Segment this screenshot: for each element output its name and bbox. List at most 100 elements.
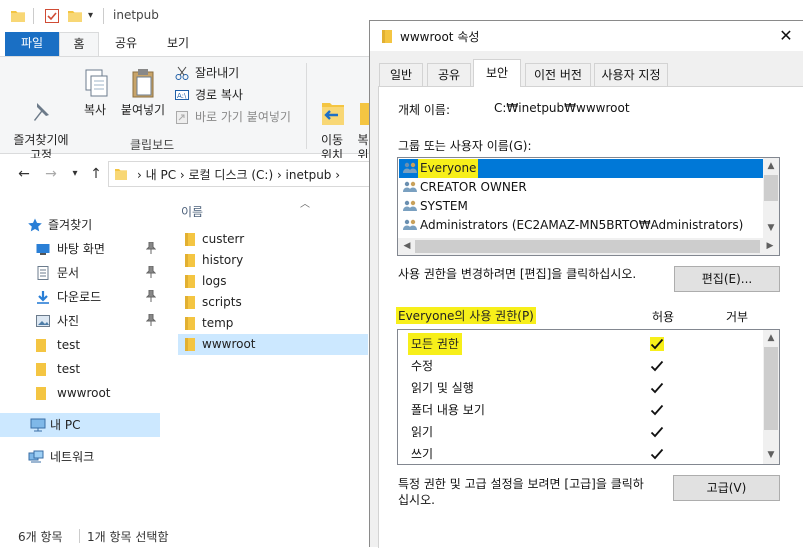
- recent-locations-icon[interactable]: ▾: [67, 166, 83, 182]
- allow-check-icon: [650, 447, 664, 461]
- allow-check-icon: [650, 359, 664, 373]
- scroll-down-icon[interactable]: ▼: [763, 220, 779, 236]
- move-to-button[interactable]: 이동 위치: [312, 61, 352, 163]
- address-bar[interactable]: › 내 PC › 로컬 디스크 (C:) › inetpub ›: [108, 161, 370, 187]
- allow-check-icon: [650, 337, 664, 351]
- scroll-thumb[interactable]: [764, 175, 778, 201]
- nav-item-desktop[interactable]: 바탕 화면: [0, 237, 160, 261]
- pinned-icon: [146, 314, 156, 326]
- user-name: Everyone: [418, 159, 479, 178]
- download-icon: [36, 290, 50, 304]
- copy-path-button[interactable]: A:\ 경로 복사: [173, 86, 243, 104]
- tab-sharing[interactable]: 공유: [427, 63, 471, 86]
- close-icon[interactable]: ✕: [774, 24, 798, 48]
- tab-home[interactable]: 홈: [59, 32, 99, 56]
- permissions-list[interactable]: 모든 권한 수정 읽기 및 실행 폴더 내용 보기 읽기 쓰기 ▲ ▼: [397, 329, 780, 465]
- scroll-up-icon[interactable]: ▲: [763, 158, 779, 174]
- copy-button[interactable]: 복사: [78, 61, 112, 118]
- file-name: temp: [202, 316, 234, 330]
- nav-item-test[interactable]: test: [0, 333, 160, 357]
- user-name: Administrators (EC2AMAZ-MN5BRTO₩Administ…: [420, 218, 744, 232]
- nav-item-documents[interactable]: 문서: [0, 261, 160, 285]
- scroll-thumb[interactable]: [764, 347, 778, 430]
- tab-customize[interactable]: 사용자 지정: [594, 63, 668, 86]
- copy-to-button[interactable]: 복 위: [356, 61, 370, 163]
- file-name: logs: [202, 274, 227, 288]
- back-arrow-icon[interactable]: ←: [16, 166, 32, 182]
- move-to-icon: [316, 82, 348, 125]
- folder-icon: [36, 362, 50, 376]
- pin-to-quick-access-button[interactable]: 즐겨찾기에 고정: [8, 61, 74, 163]
- advanced-button[interactable]: 고급(V): [673, 475, 780, 501]
- tab-view[interactable]: 보기: [154, 32, 202, 56]
- folder-icon: [184, 338, 196, 351]
- clipboard-group-label: 클립보드: [130, 138, 175, 152]
- nav-item-downloads[interactable]: 다운로드: [0, 285, 160, 309]
- cut-button[interactable]: 잘라내기: [173, 64, 239, 82]
- file-row-custerr[interactable]: custerr: [178, 229, 368, 250]
- object-name-value: C:₩inetpub₩wwwroot: [494, 101, 630, 115]
- change-permissions-hint: 사용 권한을 변경하려면 [편집]을 클릭하십시오.: [398, 267, 637, 281]
- copy-icon: [79, 67, 111, 99]
- qa-separator: [33, 8, 34, 24]
- file-row-scripts[interactable]: scripts: [178, 292, 368, 313]
- nav-item-this-pc[interactable]: 내 PC: [0, 413, 160, 437]
- tab-file[interactable]: 파일: [5, 32, 59, 56]
- paste-button[interactable]: 붙여넣기: [116, 61, 170, 118]
- column-header-name[interactable]: 이름: [181, 203, 203, 220]
- edit-button[interactable]: 편집(E)...: [674, 266, 780, 292]
- forward-arrow-icon[interactable]: →: [43, 166, 59, 182]
- new-folder-icon[interactable]: [68, 9, 82, 22]
- permission-row-list-folder: 폴더 내용 보기: [399, 399, 764, 421]
- qa-dropdown-icon[interactable]: ▾: [88, 10, 93, 21]
- nav-item-network[interactable]: 네트워크: [0, 445, 160, 469]
- nav-item-pictures[interactable]: 사진: [0, 309, 160, 333]
- nav-item-quick-access[interactable]: 즐겨찾기: [0, 213, 160, 237]
- user-name: CREATOR OWNER: [420, 180, 527, 194]
- scroll-up-icon[interactable]: ▲: [763, 330, 779, 346]
- scissors-icon: [175, 66, 189, 80]
- nav-item-wwwroot[interactable]: wwwroot: [0, 381, 160, 405]
- paste-icon: [127, 67, 159, 99]
- nav-label: 문서: [57, 266, 80, 280]
- scroll-down-icon[interactable]: ▼: [763, 447, 779, 463]
- users-icon: [403, 200, 417, 212]
- up-arrow-icon[interactable]: ↑: [88, 166, 104, 182]
- permission-name: 읽기 및 실행: [411, 381, 474, 395]
- nav-label: 네트워크: [50, 450, 95, 464]
- properties-icon[interactable]: [45, 9, 59, 23]
- scroll-left-icon[interactable]: ◀: [399, 238, 415, 254]
- paste-shortcut-label: 바로 가기 붙여넣기: [195, 110, 291, 124]
- file-row-temp[interactable]: temp: [178, 313, 368, 334]
- user-row-system[interactable]: SYSTEM: [399, 197, 763, 216]
- paste-shortcut-button[interactable]: 바로 가기 붙여넣기: [173, 108, 291, 126]
- pinned-icon: [146, 290, 156, 302]
- status-bar: 6개 항목 1개 항목 선택함: [0, 525, 370, 547]
- nav-label: 사진: [57, 314, 80, 328]
- tab-share[interactable]: 공유: [104, 32, 148, 56]
- file-row-wwwroot[interactable]: wwwroot: [178, 334, 368, 355]
- nav-item-test-2[interactable]: test: [0, 357, 160, 381]
- tab-security[interactable]: 보안: [473, 59, 521, 87]
- scroll-thumb[interactable]: [415, 240, 760, 253]
- pc-icon: [30, 418, 46, 432]
- allow-check-icon: [650, 381, 664, 395]
- users-icon: [403, 162, 417, 174]
- users-vertical-scrollbar[interactable]: ▲ ▼: [763, 158, 779, 238]
- tab-general[interactable]: 일반: [379, 63, 423, 86]
- folder-icon: [184, 317, 196, 330]
- users-horizontal-scrollbar[interactable]: ◀ ▶: [398, 238, 779, 255]
- file-row-history[interactable]: history: [178, 250, 368, 271]
- users-listbox[interactable]: Everyone CREATOR OWNER SYSTEM Administra…: [397, 157, 780, 256]
- user-row-everyone[interactable]: Everyone: [399, 159, 763, 178]
- permissions-vertical-scrollbar[interactable]: ▲ ▼: [763, 330, 779, 464]
- user-row-administrators[interactable]: Administrators (EC2AMAZ-MN5BRTO₩Administ…: [399, 216, 763, 235]
- tab-previous-versions[interactable]: 이전 버전: [525, 63, 591, 86]
- scroll-right-icon[interactable]: ▶: [762, 238, 778, 254]
- file-row-logs[interactable]: logs: [178, 271, 368, 292]
- file-name: custerr: [202, 232, 245, 246]
- title-separator: [103, 8, 104, 24]
- user-row-creator-owner[interactable]: CREATOR OWNER: [399, 178, 763, 197]
- pinned-icon: [146, 266, 156, 278]
- user-name: SYSTEM: [420, 199, 468, 213]
